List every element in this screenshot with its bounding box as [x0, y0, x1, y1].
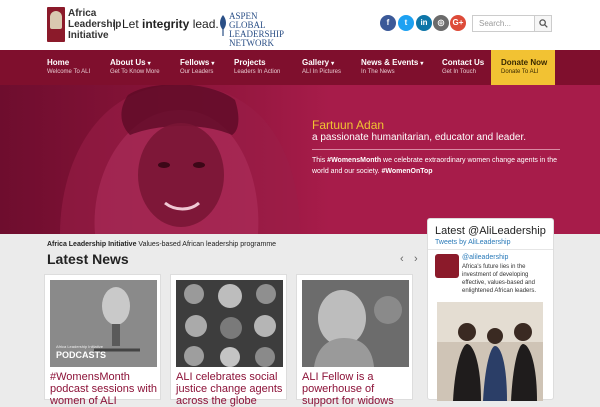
search-button[interactable]: [534, 15, 552, 32]
twitter-icon[interactable]: t: [398, 15, 414, 31]
hashtag-womensmonth[interactable]: #WomensMonth: [327, 157, 381, 164]
donate-label: Donate Now: [501, 58, 548, 67]
tagline-bold: integrity: [142, 17, 190, 31]
tagline-suffix: lead.: [189, 17, 219, 31]
nav-item-sub: Get To Know More: [110, 69, 160, 75]
hero-portrait-image: [0, 85, 330, 234]
nav-item-label: About Us ▾: [110, 58, 151, 67]
news-card[interactable]: Africa Leadership Initiative PODCASTS #W…: [44, 274, 161, 407]
chevron-down-icon: ▾: [420, 61, 424, 67]
portrait-illustration: [60, 85, 300, 234]
latest-news-heading: Latest News: [47, 251, 129, 267]
tweet-photo-image: [437, 302, 543, 401]
ali-logo[interactable]: [47, 7, 65, 42]
nav-item-label: Projects: [234, 58, 266, 67]
nav-item-label: Home: [47, 58, 70, 67]
hero-divider: [312, 149, 560, 150]
logo-text[interactable]: Africa Leadership Initiative: [68, 8, 121, 41]
search-icon: [539, 19, 548, 28]
linkedin-icon[interactable]: in: [416, 15, 432, 31]
donate-button[interactable]: Donate Now Donate To ALI: [491, 50, 555, 85]
twitter-widget-title: Latest @AliLeadership: [435, 225, 546, 237]
twitter-widget-by-link[interactable]: Tweets by AliLeadership: [435, 239, 511, 246]
prev-arrow-icon[interactable]: ‹: [400, 253, 404, 265]
google-plus-icon[interactable]: G+: [450, 15, 466, 31]
next-arrow-icon[interactable]: ›: [414, 253, 418, 265]
hero-caption: This #WomensMonth we celebrate extraordi…: [312, 157, 557, 175]
collage-image: [176, 280, 283, 367]
podcast-image: Africa Leadership Initiative PODCASTS: [50, 280, 157, 367]
hashtag-womenontop[interactable]: #WomenOnTop: [382, 168, 433, 175]
twitter-bio: Africa's future lies in the investment o…: [462, 264, 537, 294]
nav-item-label: Contact Us: [442, 58, 485, 67]
news-card[interactable]: ALI celebrates social justice change age…: [170, 274, 287, 407]
twitter-divider: [428, 249, 553, 250]
nav-item-sub: Get In Touch: [442, 69, 476, 75]
facebook-icon[interactable]: f: [380, 15, 396, 31]
nav-item-sub: ALI In Pictures: [302, 69, 342, 75]
twitter-widget: Latest @AliLeadership Tweets by AliLeade…: [427, 218, 554, 401]
news-card-title[interactable]: ALI celebrates social justice change age…: [176, 371, 286, 407]
news-card[interactable]: ALI Fellow is a powerhouse of support fo…: [296, 274, 413, 407]
donate-sub: Donate To ALI: [501, 69, 539, 75]
instagram-icon[interactable]: ◎: [433, 15, 449, 31]
tagline-divider: |: [113, 17, 117, 31]
hero-banner: Fartuun Adan a passionate humanitarian, …: [0, 85, 600, 234]
hero-role: a passionate humanitarian, educator and …: [312, 132, 527, 143]
nav-item-sub: Our Leaders: [180, 69, 214, 75]
intro-line: Africa Leadership Initiative Values-base…: [47, 241, 277, 248]
nav-item-sub: In The News: [361, 69, 395, 75]
hero-name: Fartuun Adan: [312, 118, 385, 132]
chevron-down-icon: ▾: [147, 61, 151, 67]
twitter-avatar[interactable]: [435, 254, 459, 278]
nav-item-sub: Leaders In Action: [234, 69, 281, 75]
site-header: Africa Leadership Initiative | Let integ…: [0, 0, 600, 50]
nav-item-label: Gallery ▾: [302, 58, 335, 67]
tagline: Let integrity lead.: [122, 17, 219, 31]
chevron-down-icon: ▾: [331, 61, 335, 67]
nav-item-label: News & Events ▾: [361, 58, 424, 67]
podcast-image-label: PODCASTS: [56, 350, 107, 360]
news-card-title[interactable]: ALI Fellow is a powerhouse of support fo…: [302, 371, 412, 407]
fellow-portrait: [302, 280, 409, 367]
nav-item-label: Fellows ▾: [180, 58, 215, 67]
twitter-handle[interactable]: @alileadership: [462, 254, 508, 261]
chevron-down-icon: ▾: [211, 61, 215, 67]
aspen-logo-icon: [220, 15, 226, 36]
news-card-title[interactable]: #WomensMonth podcast sessions with women…: [50, 371, 160, 407]
tweet-photo[interactable]: [437, 302, 543, 401]
nav-item-sub: Welcome To ALI: [47, 69, 91, 75]
portrait-collage: [176, 280, 283, 367]
fellow-image: [302, 280, 409, 367]
tagline-prefix: Let: [122, 17, 143, 31]
podcast-image-caption: Africa Leadership Initiative: [56, 344, 103, 349]
aspen-logo-text[interactable]: ASPEN GLOBAL LEADERSHIP NETWORK: [229, 12, 289, 48]
